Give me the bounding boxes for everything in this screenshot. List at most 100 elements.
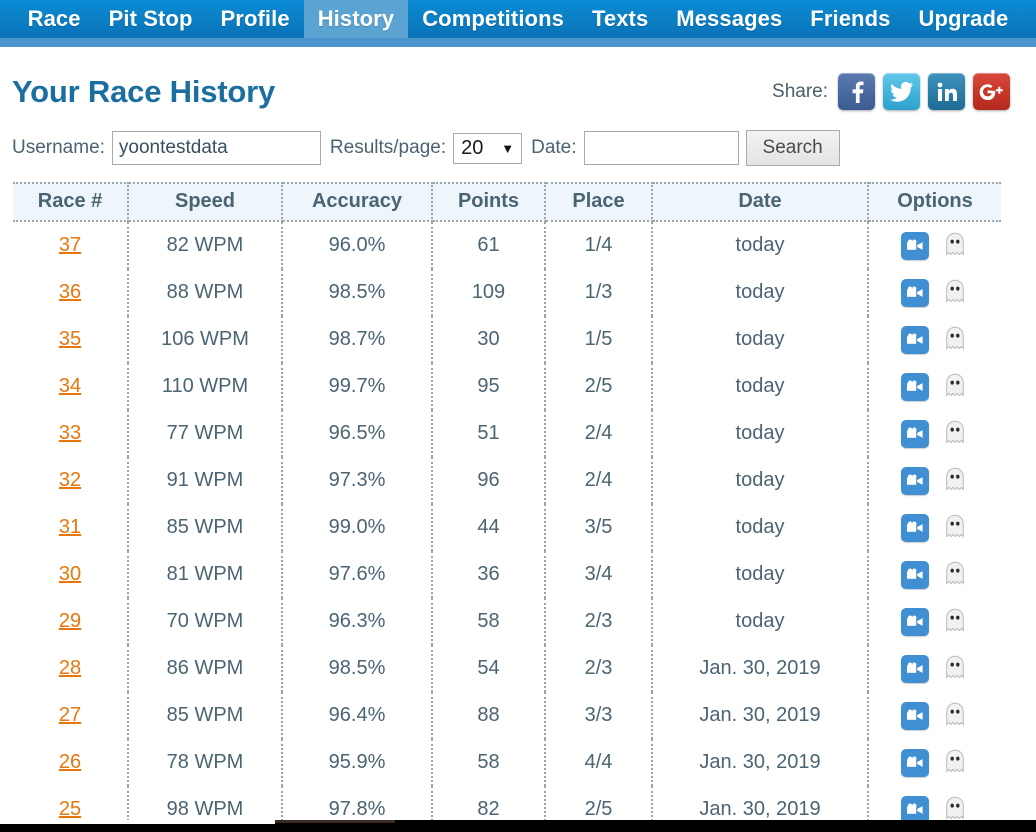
speed-cell: 85 WPM bbox=[128, 504, 283, 551]
options-icons bbox=[873, 701, 997, 731]
accuracy-cell: 99.0% bbox=[282, 504, 433, 551]
video-icon[interactable] bbox=[901, 701, 929, 730]
place-cell: 2/5 bbox=[545, 363, 653, 410]
nav-item-competitions[interactable]: Competitions bbox=[408, 0, 578, 38]
speed-cell: 82 WPM bbox=[128, 221, 283, 269]
ghost-icon[interactable] bbox=[941, 278, 969, 308]
ghost-icon[interactable] bbox=[941, 231, 969, 261]
ghost-icon[interactable] bbox=[941, 607, 969, 637]
race-number-cell: 28 bbox=[13, 645, 129, 692]
race-number-link[interactable]: 26 bbox=[59, 751, 81, 773]
ghost-icon[interactable] bbox=[941, 560, 969, 590]
points-cell: 61 bbox=[432, 221, 546, 269]
results-per-page-select[interactable]: 20 ▼ bbox=[453, 132, 523, 164]
video-icon[interactable] bbox=[901, 607, 929, 636]
options-icons bbox=[873, 560, 997, 590]
video-icon[interactable] bbox=[901, 325, 929, 354]
date-cell: today bbox=[652, 410, 869, 457]
ghost-icon[interactable] bbox=[941, 325, 969, 355]
race-number-link[interactable]: 32 bbox=[59, 469, 81, 491]
race-number-link[interactable]: 30 bbox=[59, 563, 81, 585]
ghost-icon[interactable] bbox=[941, 513, 969, 543]
place-cell: 4/4 bbox=[545, 739, 653, 786]
nav-item-pit-stop[interactable]: Pit Stop bbox=[95, 0, 207, 38]
options-icons bbox=[873, 748, 997, 778]
date-cell: today bbox=[652, 221, 869, 269]
video-icon[interactable] bbox=[901, 748, 929, 777]
nav-item-upgrade[interactable]: Upgrade bbox=[904, 0, 1022, 38]
race-number-link[interactable]: 25 bbox=[59, 798, 81, 820]
accuracy-cell: 96.3% bbox=[282, 598, 433, 645]
table-row: 33 77 WPM 96.5% 51 2/4 today bbox=[13, 410, 1001, 457]
date-cell: Jan. 30, 2019 bbox=[652, 739, 869, 786]
date-cell: today bbox=[652, 457, 869, 504]
date-cell: today bbox=[652, 598, 869, 645]
race-number-link[interactable]: 34 bbox=[59, 375, 81, 397]
race-number-link[interactable]: 29 bbox=[59, 610, 81, 632]
date-cell: today bbox=[652, 504, 869, 551]
race-number-cell: 29 bbox=[13, 598, 129, 645]
column-header-race: Race # bbox=[13, 182, 129, 222]
table-body: 37 82 WPM 96.0% 61 1/4 today 36 88 WPM 98.5% 109 1… bbox=[13, 221, 1001, 832]
video-icon[interactable] bbox=[901, 278, 929, 307]
video-icon[interactable] bbox=[901, 231, 929, 260]
speed-cell: 78 WPM bbox=[128, 739, 283, 786]
table-row: 35 106 WPM 98.7% 30 1/5 today bbox=[13, 316, 1001, 363]
linkedin-share-button[interactable] bbox=[928, 73, 965, 110]
options-cell bbox=[868, 269, 1001, 316]
date-input[interactable] bbox=[583, 131, 739, 165]
nav-item-history[interactable]: History bbox=[303, 0, 409, 38]
video-icon[interactable] bbox=[901, 419, 929, 448]
place-cell: 2/3 bbox=[545, 645, 653, 692]
accuracy-cell: 96.0% bbox=[282, 221, 433, 269]
options-icons bbox=[873, 372, 997, 402]
nav-item-race[interactable]: Race bbox=[14, 0, 95, 38]
ghost-icon[interactable] bbox=[941, 748, 969, 778]
ghost-icon[interactable] bbox=[941, 419, 969, 449]
facebook-icon bbox=[852, 81, 863, 103]
facebook-share-button[interactable] bbox=[838, 73, 875, 110]
place-cell: 3/5 bbox=[545, 504, 653, 551]
nav-item-texts[interactable]: Texts bbox=[578, 0, 662, 38]
video-icon[interactable] bbox=[901, 654, 929, 683]
googleplus-share-button[interactable] bbox=[973, 73, 1010, 110]
points-cell: 88 bbox=[432, 692, 546, 739]
place-cell: 1/3 bbox=[545, 269, 653, 316]
race-number-link[interactable]: 27 bbox=[59, 704, 81, 726]
race-number-link[interactable]: 31 bbox=[59, 516, 81, 538]
options-icons bbox=[873, 325, 997, 355]
ghost-icon[interactable] bbox=[941, 466, 969, 496]
twitter-share-button[interactable] bbox=[883, 73, 920, 110]
points-cell: 30 bbox=[432, 316, 546, 363]
speed-cell: 88 WPM bbox=[128, 269, 283, 316]
race-number-link[interactable]: 37 bbox=[59, 234, 81, 256]
date-cell: today bbox=[652, 363, 869, 410]
video-icon[interactable] bbox=[901, 466, 929, 495]
video-icon[interactable] bbox=[901, 560, 929, 589]
nav-item-profile[interactable]: Profile bbox=[207, 0, 304, 38]
video-icon[interactable] bbox=[901, 513, 929, 542]
points-cell: 58 bbox=[432, 739, 546, 786]
speed-cell: 86 WPM bbox=[128, 645, 283, 692]
nav-item-friends[interactable]: Friends bbox=[796, 0, 904, 38]
chevron-down-icon: ▼ bbox=[501, 140, 515, 156]
speed-cell: 91 WPM bbox=[128, 457, 283, 504]
username-input[interactable] bbox=[111, 131, 321, 165]
video-icon[interactable] bbox=[901, 372, 929, 401]
nav-item-messages[interactable]: Messages bbox=[662, 0, 796, 38]
race-number-link[interactable]: 36 bbox=[59, 281, 81, 303]
search-button[interactable]: Search bbox=[745, 130, 840, 166]
options-icons bbox=[873, 466, 997, 496]
race-number-link[interactable]: 35 bbox=[59, 328, 81, 350]
table-row: 37 82 WPM 96.0% 61 1/4 today bbox=[13, 221, 1001, 269]
page-content: Your Race History Share: Username: yoont… bbox=[0, 47, 1036, 832]
ghost-icon[interactable] bbox=[941, 701, 969, 731]
options-cell bbox=[868, 457, 1001, 504]
ghost-icon[interactable] bbox=[941, 654, 969, 684]
ghost-icon[interactable] bbox=[941, 372, 969, 402]
column-header-points: Points bbox=[432, 182, 546, 222]
table-row: 36 88 WPM 98.5% 109 1/3 today bbox=[13, 269, 1001, 316]
accuracy-cell: 96.4% bbox=[282, 692, 433, 739]
race-number-link[interactable]: 28 bbox=[59, 657, 81, 679]
race-number-link[interactable]: 33 bbox=[59, 422, 81, 444]
